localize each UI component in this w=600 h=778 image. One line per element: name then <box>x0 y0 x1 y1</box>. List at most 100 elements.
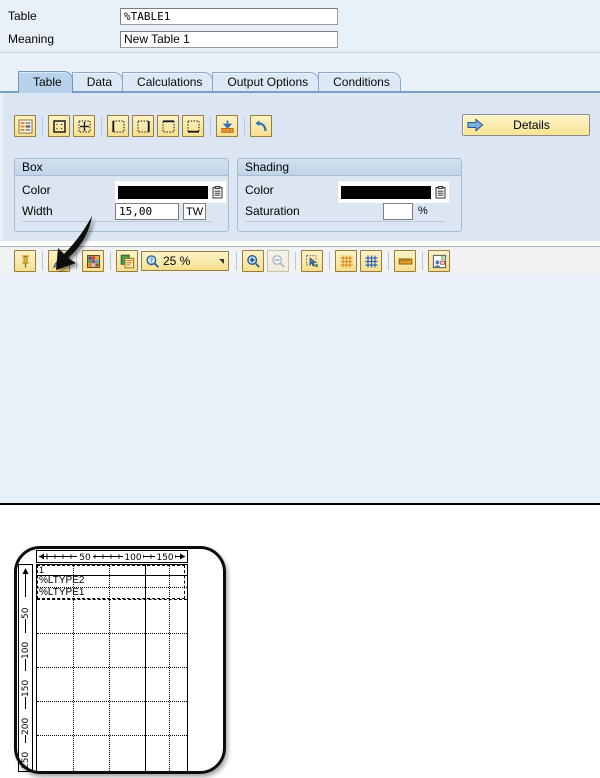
tab-calculations[interactable]: Calculations <box>122 72 214 93</box>
shading-saturation-unit: % <box>418 205 428 217</box>
toolbar-separator <box>295 252 296 270</box>
details-button-label: Details <box>513 118 550 132</box>
pencil-icon[interactable] <box>48 250 70 272</box>
zoom-value: 25 % <box>163 254 191 268</box>
meaning-field-row: Meaning <box>0 29 338 49</box>
clipboard-icon[interactable] <box>435 185 446 199</box>
details-button[interactable]: Details <box>462 114 590 136</box>
zoom-in-icon[interactable] <box>242 250 264 272</box>
box-frame-icon[interactable] <box>48 115 70 137</box>
zoom-combobox[interactable]: ? 25 % <box>141 251 229 271</box>
toolbar-separator <box>236 252 237 270</box>
svg-text:50: 50 <box>21 607 31 619</box>
box-color-control[interactable] <box>115 181 226 203</box>
shading-saturation-row: Saturation <box>245 202 300 220</box>
crosshair-grid-icon[interactable] <box>73 115 95 137</box>
copy-window-icon[interactable] <box>116 250 138 272</box>
border-right-icon[interactable] <box>132 115 154 137</box>
pattern-table-icon[interactable] <box>14 115 36 137</box>
table-label: Table <box>8 9 37 23</box>
svg-text:250: 250 <box>21 752 31 769</box>
sapscript-table-editor: Table Meaning TableDataCalculationsOutpu… <box>0 0 600 774</box>
table-input[interactable] <box>120 7 338 25</box>
shading-saturation-control: % <box>383 202 428 220</box>
meaning-input[interactable] <box>120 30 338 48</box>
grid-row <box>37 701 187 702</box>
box-group-underline <box>22 221 212 222</box>
box-group-title: Box <box>15 159 228 176</box>
toolbar-separator <box>388 252 389 270</box>
svg-text:100: 100 <box>124 553 141 562</box>
shading-saturation-label: Saturation <box>245 204 300 218</box>
svg-text:150: 150 <box>156 553 173 562</box>
undo-icon[interactable] <box>250 115 272 137</box>
box-group: Box Color Width TW <box>14 158 229 232</box>
horizontal-ruler: 50 100 150 <box>36 550 188 563</box>
ruler-icon[interactable] <box>394 250 416 272</box>
toolbar-separator <box>329 252 330 270</box>
tab-conditions[interactable]: Conditions <box>318 72 401 93</box>
border-left-icon[interactable] <box>107 115 129 137</box>
shading-group-underline <box>245 221 445 222</box>
chevron-down-icon[interactable] <box>219 258 224 264</box>
tab-table[interactable]: Table <box>18 71 73 93</box>
shading-color-row: Color <box>245 181 274 199</box>
header-divider <box>0 52 600 53</box>
shading-group-title: Shading <box>238 159 461 176</box>
shading-group: Shading Color Saturation % <box>237 158 462 232</box>
toolbar-separator <box>422 252 423 270</box>
border-top-icon[interactable] <box>157 115 179 137</box>
panel-left-margin <box>0 93 3 241</box>
shading-color-swatch[interactable] <box>341 185 431 199</box>
blue-right-arrow-icon <box>467 118 484 132</box>
table-field-row: Table <box>0 6 338 26</box>
box-color-row: Color <box>22 181 51 199</box>
zoom-out-icon[interactable] <box>267 250 289 272</box>
meaning-label: Meaning <box>8 32 55 46</box>
page-sheet[interactable]: 1 %LTYPE2 %LTYPE1 <box>36 564 188 772</box>
grid-row <box>37 633 187 634</box>
box-width-input[interactable] <box>115 202 179 220</box>
shading-saturation-input[interactable] <box>383 202 413 220</box>
svg-text:100: 100 <box>21 642 31 659</box>
svg-text:50: 50 <box>79 553 91 562</box>
form-card-icon[interactable] <box>428 250 450 272</box>
toolbar-separator <box>110 252 111 270</box>
table-format-toolbar <box>14 114 275 138</box>
preview-toolbar: ? 25 % <box>0 246 600 275</box>
grid-row <box>37 735 187 736</box>
pin-icon[interactable] <box>14 250 36 272</box>
clipboard-icon[interactable] <box>212 185 223 199</box>
border-bottom-icon[interactable] <box>182 115 204 137</box>
toolbar-separator <box>101 117 102 135</box>
grid-blue-icon[interactable] <box>360 250 382 272</box>
toolbar-separator <box>210 117 211 135</box>
apply-import-icon[interactable] <box>216 115 238 137</box>
box-width-row: Width <box>22 202 53 220</box>
box-width-unit: TW <box>183 202 207 220</box>
tab-data[interactable]: Data <box>71 72 124 93</box>
tab-output-options[interactable]: Output Options <box>212 72 320 93</box>
svg-text:?: ? <box>150 256 153 264</box>
vertical-ruler: 50 100 150 200 250 <box>18 564 33 772</box>
toolbar-separator <box>42 117 43 135</box>
page-canvas[interactable]: 50 100 150 50 100 150 200 250 1 %LTYPE2 … <box>14 550 226 778</box>
box-width-control: TW <box>115 202 207 220</box>
box-color-swatch[interactable] <box>118 185 208 199</box>
shading-color-label: Color <box>245 183 274 197</box>
layout-preview-area: 50 100 150 50 100 150 200 250 1 %LTYPE2 … <box>0 274 600 774</box>
selection-outline[interactable] <box>37 565 185 599</box>
tab-strip: Table Data Calculations Output Options Condi… <box>0 56 600 93</box>
grid-row <box>37 667 187 668</box>
select-area-icon[interactable] <box>301 250 323 272</box>
magnifier-question-icon: ? <box>145 254 160 269</box>
svg-text:150: 150 <box>21 680 31 697</box>
toolbar-separator <box>244 117 245 135</box>
header-fields: Table Meaning <box>0 0 600 56</box>
svg-text:200: 200 <box>21 718 31 735</box>
box-width-label: Width <box>22 204 53 218</box>
color-palette-grid-icon[interactable] <box>82 250 104 272</box>
toolbar-separator <box>42 252 43 270</box>
grid-orange-icon[interactable] <box>335 250 357 272</box>
shading-color-control[interactable] <box>338 181 449 203</box>
